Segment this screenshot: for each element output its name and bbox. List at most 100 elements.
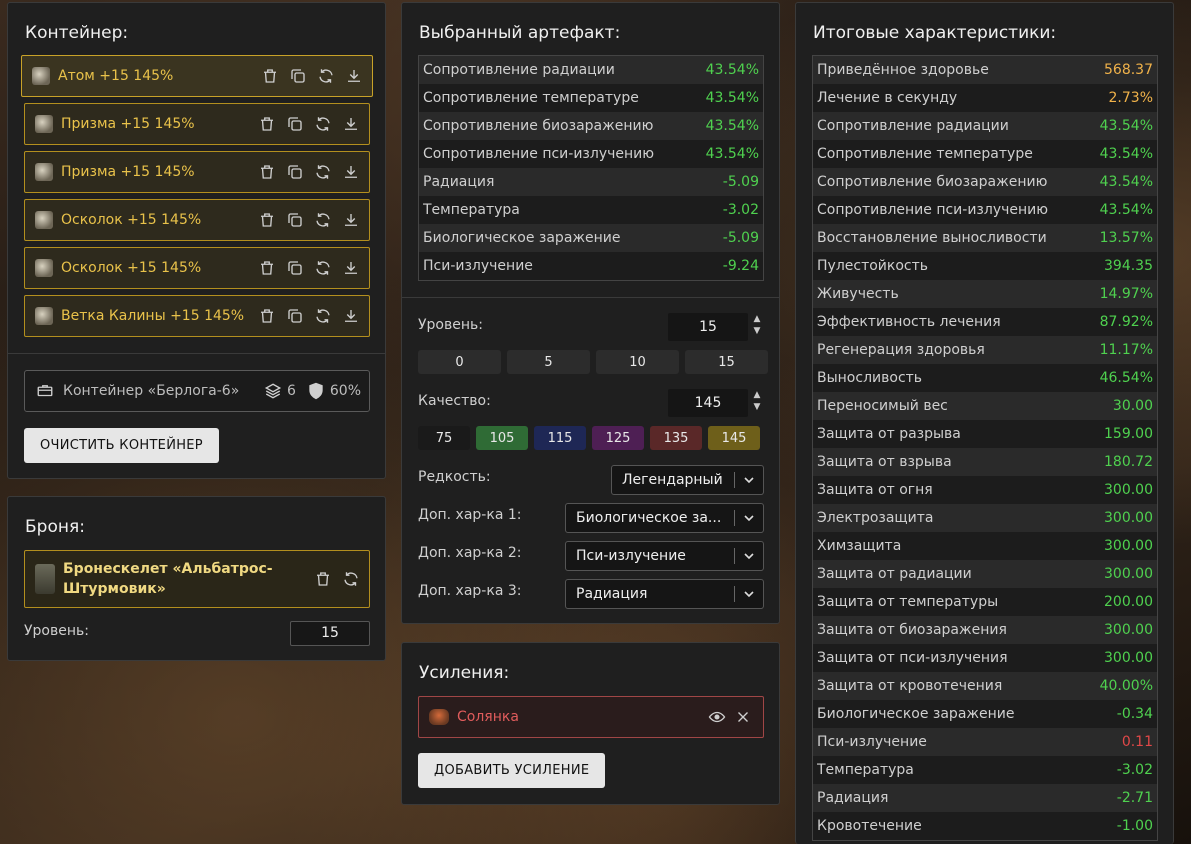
swap-icon[interactable] xyxy=(313,162,333,182)
divider xyxy=(402,297,779,298)
artifact-item[interactable]: Ветка Калины +15 145% xyxy=(24,295,370,337)
copy-icon[interactable] xyxy=(285,114,305,134)
stat-row: Сопротивление температуре 43.54% xyxy=(813,140,1157,168)
armor-thumbnail xyxy=(35,564,55,594)
copy-icon[interactable] xyxy=(285,306,305,326)
stat-name: Сопротивление пси-излучению xyxy=(423,146,655,162)
level-presets: 0 5 10 15 xyxy=(418,350,768,374)
chevron-down-icon xyxy=(744,515,754,522)
extra1-select[interactable]: Биологическое за... xyxy=(565,503,764,533)
stat-value: -5.09 xyxy=(722,174,759,190)
stat-value: 14.97% xyxy=(1099,286,1153,302)
extra2-value: Пси-излучение xyxy=(576,548,686,564)
copy-icon[interactable] xyxy=(285,162,305,182)
clear-container-button[interactable]: ОЧИСТИТЬ КОНТЕЙНЕР xyxy=(24,428,219,463)
artifact-item[interactable]: Призма +15 145% xyxy=(24,151,370,193)
protection-value: 60% xyxy=(329,383,361,399)
boosts-title: Усиления: xyxy=(419,663,510,683)
trash-icon[interactable] xyxy=(257,162,277,182)
stat-value: 394.35 xyxy=(1104,258,1153,274)
armor-level-label: Уровень: xyxy=(24,623,89,639)
copy-icon[interactable] xyxy=(288,66,308,86)
level-input[interactable]: 15 xyxy=(668,313,748,341)
quality-preset-button[interactable]: 75 xyxy=(418,426,470,450)
extra3-select[interactable]: Радиация xyxy=(565,579,764,609)
trash-icon[interactable] xyxy=(260,66,280,86)
trash-icon[interactable] xyxy=(257,258,277,278)
copy-icon[interactable] xyxy=(285,258,305,278)
stat-name: Выносливость xyxy=(817,370,923,386)
stat-value: 300.00 xyxy=(1104,538,1153,554)
stat-value: 87.92% xyxy=(1099,314,1153,330)
level-preset-button[interactable]: 15 xyxy=(685,350,768,374)
download-icon[interactable] xyxy=(341,306,361,326)
swap-icon[interactable] xyxy=(313,114,333,134)
armor-level-input[interactable]: 15 xyxy=(290,621,370,646)
armor-item[interactable]: Бронескелет «Альбатрос- Штурмовик» xyxy=(24,550,370,608)
level-preset-button[interactable]: 5 xyxy=(507,350,590,374)
stat-name: Пулестойкость xyxy=(817,258,929,274)
artifact-thumbnail xyxy=(35,259,53,277)
swap-icon[interactable] xyxy=(316,66,336,86)
quality-preset-button[interactable]: 115 xyxy=(534,426,586,450)
armor-panel: Броня: Бронескелет «Альбатрос- Штурмовик… xyxy=(7,496,386,661)
stat-value: 2.73% xyxy=(1108,90,1153,106)
stat-row: Защита от температуры 200.00 xyxy=(813,588,1157,616)
boost-name: Солянка xyxy=(457,709,519,725)
eye-icon[interactable] xyxy=(707,707,727,727)
swap-icon[interactable] xyxy=(341,569,361,589)
level-label: Уровень: xyxy=(418,317,483,333)
stat-value: 43.54% xyxy=(705,90,759,106)
artifact-item[interactable]: Осколок +15 145% xyxy=(24,199,370,241)
download-icon[interactable] xyxy=(344,66,364,86)
download-icon[interactable] xyxy=(341,210,361,230)
level-preset-button[interactable]: 0 xyxy=(418,350,501,374)
stat-name: Радиация xyxy=(817,790,889,806)
stat-name: Электрозащита xyxy=(817,510,934,526)
stat-value: 43.54% xyxy=(1099,174,1153,190)
extra2-select[interactable]: Пси-излучение xyxy=(565,541,764,571)
container-select[interactable]: Контейнер «Берлога-6» 6 60% xyxy=(24,370,370,412)
trash-icon[interactable] xyxy=(257,114,277,134)
stat-name: Сопротивление радиации xyxy=(423,62,615,78)
stat-row: Химзащита 300.00 xyxy=(813,532,1157,560)
artifact-item[interactable]: Атом +15 145% xyxy=(21,55,373,97)
stat-row: Сопротивление температуре 43.54% xyxy=(419,84,763,112)
quality-preset-button[interactable]: 105 xyxy=(476,426,528,450)
quality-spinner-icon[interactable]: ▲ ▼ xyxy=(751,389,763,417)
download-icon[interactable] xyxy=(341,114,361,134)
boost-item[interactable]: Солянка xyxy=(418,696,764,738)
close-icon[interactable] xyxy=(733,707,753,727)
stat-row: Сопротивление радиации 43.54% xyxy=(813,112,1157,140)
download-icon[interactable] xyxy=(341,162,361,182)
download-icon[interactable] xyxy=(341,258,361,278)
stat-name: Сопротивление биозаражению xyxy=(817,174,1048,190)
swap-icon[interactable] xyxy=(313,258,333,278)
stat-value: 180.72 xyxy=(1104,454,1153,470)
armor-name: Бронескелет «Альбатрос- Штурмовик» xyxy=(63,559,313,599)
rarity-select[interactable]: Легендарный xyxy=(611,465,764,495)
quality-preset-button[interactable]: 145 xyxy=(708,426,760,450)
trash-icon[interactable] xyxy=(257,210,277,230)
boosts-panel: Усиления: Солянка ДОБАВИТЬ УСИЛЕНИЕ xyxy=(401,642,780,805)
stat-row: Приведённое здоровье 568.37 xyxy=(813,56,1157,84)
swap-icon[interactable] xyxy=(313,306,333,326)
quality-preset-button[interactable]: 125 xyxy=(592,426,644,450)
add-boost-button[interactable]: ДОБАВИТЬ УСИЛЕНИЕ xyxy=(418,753,606,788)
copy-icon[interactable] xyxy=(285,210,305,230)
stat-value: 159.00 xyxy=(1104,426,1153,442)
stat-name: Лечение в секунду xyxy=(817,90,958,106)
quality-input[interactable]: 145 xyxy=(668,389,748,417)
trash-icon[interactable] xyxy=(313,569,333,589)
divider xyxy=(8,353,385,354)
artifact-item[interactable]: Осколок +15 145% xyxy=(24,247,370,289)
swap-icon[interactable] xyxy=(313,210,333,230)
level-preset-button[interactable]: 10 xyxy=(596,350,679,374)
quality-preset-button[interactable]: 135 xyxy=(650,426,702,450)
level-spinner-icon[interactable]: ▲ ▼ xyxy=(751,313,763,341)
artifact-list: Атом +15 145% Призма +15 145% Призма +15 1… xyxy=(21,55,373,343)
artifact-thumbnail xyxy=(35,163,53,181)
trash-icon[interactable] xyxy=(257,306,277,326)
artifact-item[interactable]: Призма +15 145% xyxy=(24,103,370,145)
stat-name: Пси-излучение xyxy=(423,258,533,274)
